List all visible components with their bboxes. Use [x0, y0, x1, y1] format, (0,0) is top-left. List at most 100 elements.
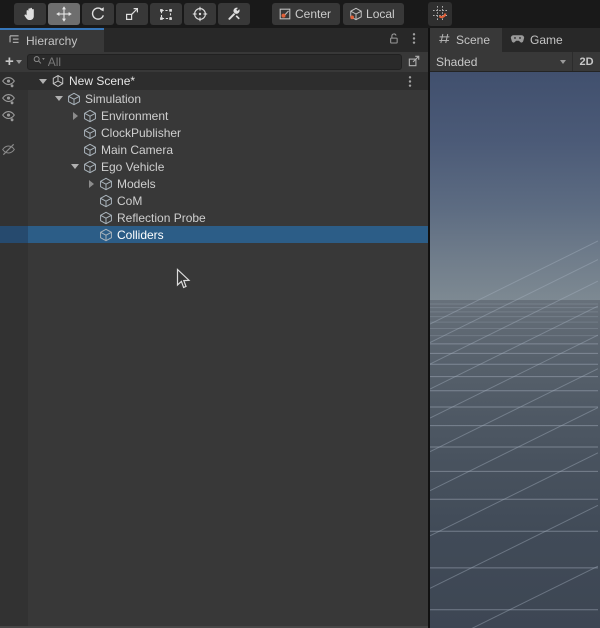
tree-row-label: Colliders — [117, 227, 164, 242]
hand-tool-button[interactable] — [14, 3, 46, 25]
wrench-icon — [226, 6, 242, 22]
tree-row-main-camera[interactable]: Main Camera — [0, 141, 428, 158]
visibility-eye-icon[interactable] — [0, 90, 28, 107]
local-cube-icon — [349, 7, 363, 21]
tab-game[interactable]: Game — [502, 28, 575, 52]
gameobject-cube-icon — [66, 92, 82, 106]
visibility-toggle-empty — [0, 175, 28, 192]
plus-icon: + — [5, 53, 14, 70]
foldout-expanded-icon[interactable] — [36, 78, 50, 84]
visibility-toggle-empty — [0, 124, 28, 141]
pivot-mode-button[interactable]: Center — [272, 3, 341, 25]
tree-row-models[interactable]: Models — [0, 175, 428, 192]
tree-row-label: Reflection Probe — [117, 210, 206, 225]
tab-game-label: Game — [530, 33, 563, 47]
scale-tool-button[interactable] — [116, 3, 148, 25]
gameobject-cube-icon — [82, 160, 98, 174]
tree-row-ego-vehicle[interactable]: Ego Vehicle — [0, 158, 428, 175]
tree-row-colliders[interactable]: Colliders — [0, 226, 428, 243]
grid-icon — [438, 32, 451, 48]
tree-row-simulation[interactable]: Simulation — [0, 90, 428, 107]
tree-row-clockpublisher[interactable]: ClockPublisher — [0, 124, 428, 141]
gameobject-cube-icon — [98, 228, 114, 242]
gameobject-cube-icon — [82, 126, 98, 140]
tree-row-label: New Scene* — [69, 74, 136, 88]
transform-icon — [192, 6, 208, 22]
rotate-icon — [90, 6, 106, 22]
tree-row-label: ClockPublisher — [101, 125, 182, 140]
tree-row-new-scene[interactable]: New Scene* — [0, 72, 428, 90]
foldout-expanded-icon[interactable] — [52, 96, 66, 101]
tree-row-label: CoM — [117, 193, 143, 208]
hierarchy-searchbar: + — [0, 52, 428, 72]
transform-tool-button[interactable] — [184, 3, 216, 25]
grid-snap-button[interactable] — [427, 2, 452, 26]
tab-hierarchy[interactable]: Hierarchy — [0, 28, 104, 52]
tree-row-label: Environment — [101, 108, 169, 123]
visibility-eye-icon[interactable] — [0, 107, 28, 124]
rect-icon — [158, 6, 174, 22]
search-field[interactable] — [26, 54, 402, 70]
visibility-toggle-empty — [0, 226, 28, 243]
visibility-eye-icon[interactable] — [0, 72, 28, 90]
2d-mode-label: 2D — [579, 55, 594, 68]
scale-icon — [124, 6, 140, 22]
shading-mode-dropdown[interactable]: Shaded — [430, 52, 572, 71]
gameobject-cube-icon — [82, 109, 98, 123]
hierarchy-tabbar: Hierarchy — [0, 28, 428, 52]
orientation-mode-label: Local — [366, 7, 395, 21]
main-toolbar: Center Local — [0, 0, 600, 28]
foldout-collapsed-icon[interactable] — [68, 111, 82, 120]
pivot-icon — [278, 7, 292, 21]
tool-group — [14, 3, 250, 25]
scene-panel: Scene Game Shaded 2D — [430, 28, 600, 628]
rotate-tool-button[interactable] — [82, 3, 114, 25]
gameobject-cube-icon — [98, 211, 114, 225]
scene-asset-icon — [50, 74, 66, 88]
pivot-mode-label: Center — [295, 7, 332, 21]
tab-scene[interactable]: Scene — [430, 28, 503, 52]
search-input[interactable] — [47, 55, 397, 69]
visibility-toggle-empty — [0, 158, 28, 175]
hierarchy-tree: New Scene* Simulation Environment ClockPubl… — [0, 72, 428, 628]
orientation-mode-button[interactable]: Local — [343, 3, 404, 25]
tree-row-label: Main Camera — [101, 142, 174, 157]
scene-grid — [430, 240, 598, 628]
lock-icon[interactable] — [387, 32, 400, 48]
kebab-menu-icon[interactable] — [408, 32, 420, 48]
grid-snap-icon — [432, 5, 448, 24]
chevron-down-icon — [15, 60, 22, 64]
2d-mode-button[interactable]: 2D — [572, 52, 600, 71]
hierarchy-list-icon — [8, 33, 21, 49]
scene-tabbar: Scene Game — [430, 28, 600, 52]
hand-icon — [22, 6, 38, 22]
gameobject-cube-icon — [98, 177, 114, 191]
visibility-toggle-empty — [0, 192, 28, 209]
shading-mode-label: Shaded — [436, 54, 478, 69]
move-tool-button[interactable] — [48, 3, 80, 25]
scene-kebab-menu-icon[interactable] — [404, 75, 416, 88]
search-icon — [32, 54, 46, 70]
create-object-button[interactable]: + — [5, 53, 22, 70]
move-icon — [56, 6, 72, 22]
scene-controls: Shaded 2D — [430, 52, 600, 72]
tab-hierarchy-label: Hierarchy — [26, 34, 78, 48]
gamepad-icon — [510, 32, 525, 48]
scene-viewport[interactable] — [430, 72, 600, 628]
search-window-icon[interactable] — [407, 53, 422, 71]
foldout-collapsed-icon[interactable] — [84, 179, 98, 188]
tree-row-label: Ego Vehicle — [101, 159, 165, 174]
tree-row-com[interactable]: CoM — [0, 192, 428, 209]
tree-row-label: Simulation — [85, 91, 142, 106]
tree-row-environment[interactable]: Environment — [0, 107, 428, 124]
tree-row-reflection-probe[interactable]: Reflection Probe — [0, 209, 428, 226]
hierarchy-panel: Hierarchy + New Scene* Simulation Environm… — [0, 28, 430, 628]
tree-row-label: Models — [117, 176, 156, 191]
visibility-toggle-empty — [0, 209, 28, 226]
foldout-expanded-icon[interactable] — [68, 164, 82, 169]
tab-scene-label: Scene — [456, 33, 491, 47]
rect-tool-button[interactable] — [150, 3, 182, 25]
gameobject-cube-icon — [98, 194, 114, 208]
visibility-eye-off-icon[interactable] — [0, 141, 28, 158]
custom-tools-button[interactable] — [218, 3, 250, 25]
